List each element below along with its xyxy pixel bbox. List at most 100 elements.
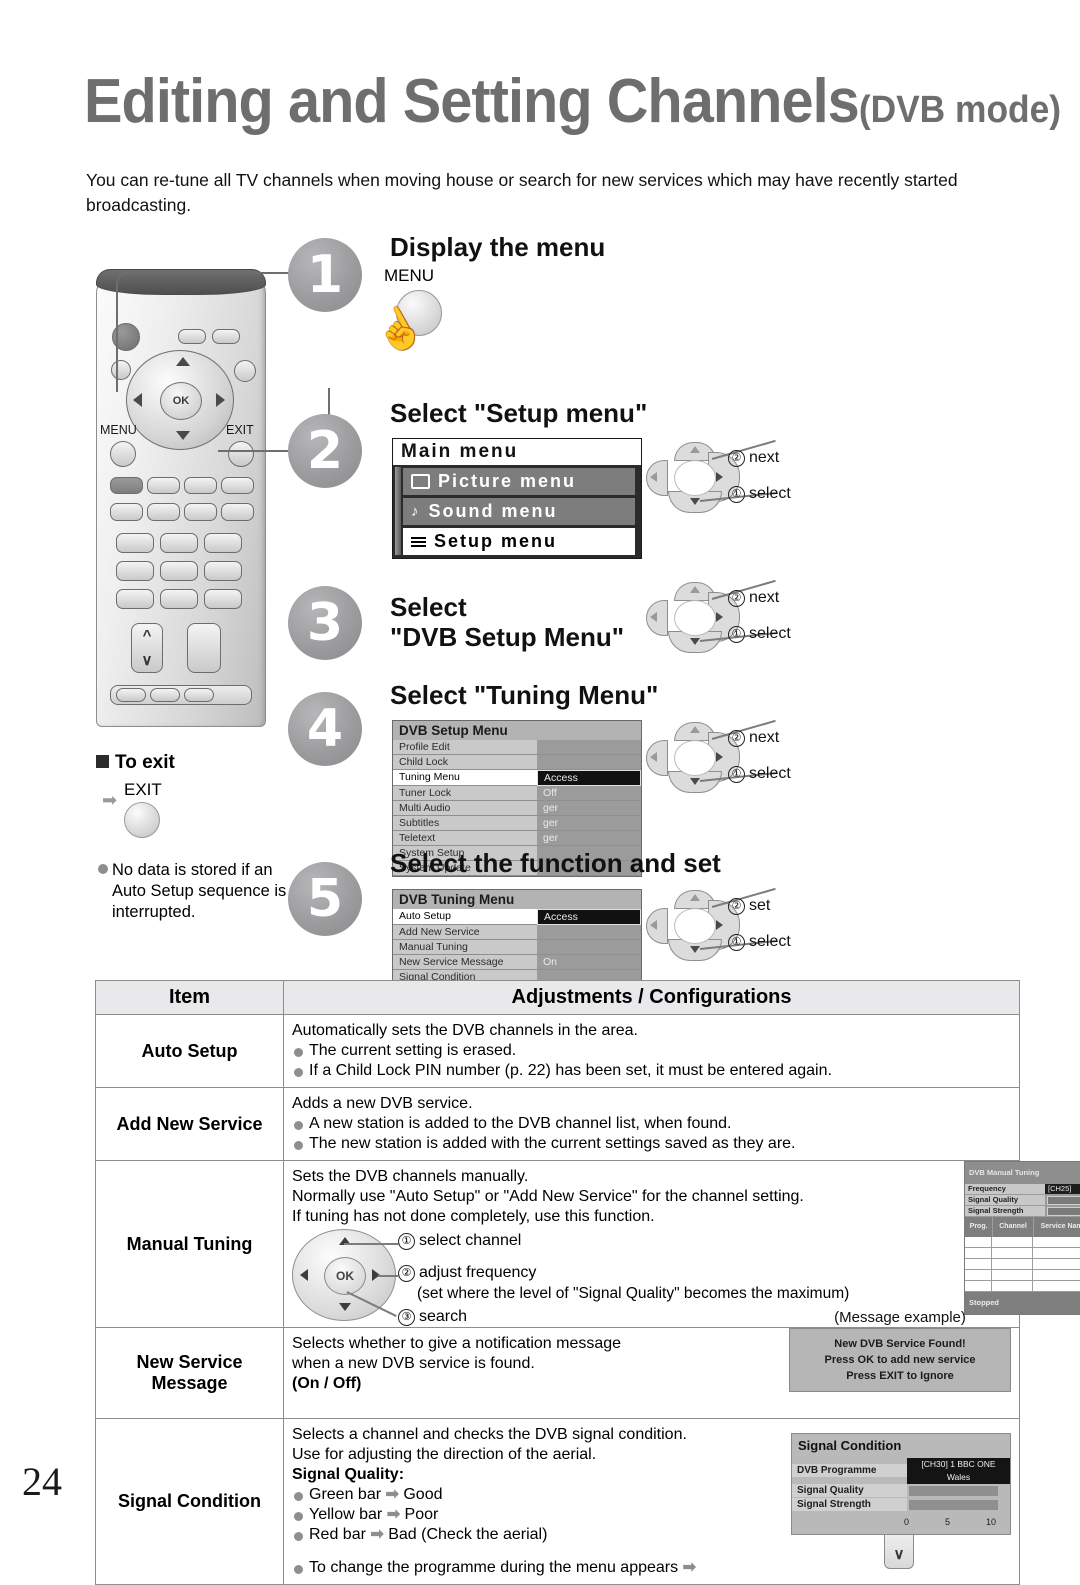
step-3-circle: 3 [288,586,362,660]
desc-line: If tuning has not done completely, use t… [292,1208,655,1225]
row-name: Multi Audio [393,801,537,816]
row-name: Tuner Lock [393,786,537,801]
row-item-label: New Service Message [95,1327,284,1419]
frequency-channel: [CH25] [1048,1184,1072,1193]
quality-bar [1047,1196,1080,1205]
func-button-2[interactable] [147,503,180,521]
row-name: Child Lock [393,755,537,770]
numeric-button-1[interactable] [116,533,154,553]
func-button-1[interactable] [110,503,143,521]
dvb-setup-row[interactable]: Multi Audio ger [393,801,641,816]
shot-grid-row [965,1248,1080,1259]
desc-line: Sets the DVB channels manually. [292,1168,529,1185]
numeric-button-8[interactable] [160,589,198,609]
main-menu-item-label: Setup menu [434,531,558,551]
dpad-down-icon[interactable] [176,431,190,440]
square-bullet-icon [96,755,109,768]
step-2-circle: 2 [288,414,362,488]
colour-button-4[interactable] [221,477,254,494]
table-header-row: Item Adjustments / Configurations [95,980,1020,1015]
bottom-button-3[interactable] [184,688,214,702]
main-menu-item-sound[interactable]: ♪ Sound menu [403,498,635,525]
arrow-right-icon: ➡ [370,1526,384,1543]
page-title-sub: (DVB mode) [858,89,1062,131]
numeric-button-5[interactable] [160,561,198,581]
dvb-setup-row[interactable]: Teletext ger [393,831,641,846]
cursor-note-next-3: ② next [728,589,779,607]
numeric-button-4[interactable] [116,561,154,581]
func-button-3[interactable] [184,503,217,521]
row-name: New Service Message [393,955,537,970]
shot-title: Signal Condition [798,1438,902,1453]
row-value: ger [537,801,641,816]
colour-button-2[interactable] [147,477,180,494]
dvb-tuning-row[interactable]: Manual Tuning [393,940,641,955]
dvb-setup-row[interactable]: Subtitles ger [393,816,641,831]
cursor-hub [674,600,716,636]
volume-rocker-button[interactable] [187,623,221,673]
col-service-name: Service Name [1034,1217,1080,1237]
channel-up-icon[interactable]: ^ [143,627,152,644]
shot-row-strength: Signal Strength [792,1498,1010,1512]
row-name: Manual Tuning [393,940,537,955]
row-name: Auto Setup [393,909,537,925]
table-row-add-new-service: Add New Service Adds a new DVB service. … [95,1087,1020,1161]
desc-bullet: If a Child Lock PIN number (p. 22) has b… [292,1061,1011,1081]
dvb-tuning-row[interactable]: New Service Message On [393,955,641,970]
dvb-tuning-row[interactable]: Add New Service [393,925,641,940]
row-item-label: Manual Tuning [95,1160,284,1328]
channel-down-icon[interactable]: ∨ [142,651,153,669]
main-menu-item-setup[interactable]: Setup menu [403,528,635,555]
table-row-manual-tuning: Manual Tuning Sets the DVB channels manu… [95,1160,1080,1328]
colour-button-3[interactable] [184,477,217,494]
cursor-left-icon [650,752,657,762]
row-description: Automatically sets the DVB channels in t… [283,1014,1020,1088]
dvb-setup-row[interactable]: Tuner Lock Off [393,786,641,801]
exit-button[interactable] [124,802,160,838]
row-value: Off [537,786,641,801]
ok-button[interactable]: OK [324,1257,366,1295]
numeric-button-9[interactable] [204,589,242,609]
bottom-button-2[interactable] [150,688,180,702]
settings-table: Item Adjustments / Configurations Auto S… [95,980,1080,1585]
main-menu-item-picture[interactable]: Picture menu [403,468,635,495]
numeric-button-7[interactable] [116,589,154,609]
page-title-main: Editing and Setting Channels [84,67,860,136]
shot-row-frequency: Frequency [CH25] 506.00 MHz [965,1184,1080,1195]
dvb-setup-row[interactable]: Profile Edit [393,740,641,755]
numeric-button-6[interactable] [204,561,242,581]
to-exit-block: To exit ➡ EXIT [96,752,286,838]
row-value [537,755,641,770]
scale-0: 0 [904,1517,910,1527]
func-button-4[interactable] [221,503,254,521]
signal-scale: 0 5 10 [792,1512,1010,1534]
table-header-desc: Adjustments / Configurations [283,980,1020,1015]
arrow-right-icon: ➡ [385,1486,399,1503]
row-name: Teletext [393,831,537,846]
dvb-tuning-menu-osd: DVB Tuning Menu Auto Setup Access Add New… [392,889,642,986]
step-4-circle: 4 [288,692,362,766]
chevron-down-icon[interactable]: ∨ [894,1545,905,1565]
remote-menu-button[interactable] [110,441,136,467]
cursor-note-label: next [749,449,780,466]
colour-button-1[interactable] [110,477,143,494]
circled-2: ② [728,898,745,915]
cursor-note-set-5: ② set [728,897,770,915]
programme-channel: [CH30] [921,1459,948,1469]
row-name: Subtitles [393,816,537,831]
cursor-up-icon [690,726,700,733]
numeric-button-2[interactable] [160,533,198,553]
main-menu-scrollbar[interactable] [395,467,401,555]
dpad-left-icon[interactable] [133,393,142,407]
cursor-hub [674,740,716,776]
channel-rocker-button[interactable]: ^ ∨ [131,623,163,673]
dvb-manual-tuning-screenshot: DVB Manual Tuning Frequency [CH25] 506.0… [964,1161,1080,1315]
dvb-setup-row[interactable]: Child Lock [393,755,641,770]
bottom-button-1[interactable] [116,688,146,702]
circled-2: ② [398,1265,415,1282]
dvb-tuning-row-highlighted[interactable]: Auto Setup Access [393,909,641,925]
scale-5: 5 [944,1517,950,1527]
numeric-button-3[interactable] [204,533,242,553]
step-label: search [419,1308,468,1325]
dvb-setup-row-highlighted[interactable]: Tuning Menu Access [393,770,641,786]
